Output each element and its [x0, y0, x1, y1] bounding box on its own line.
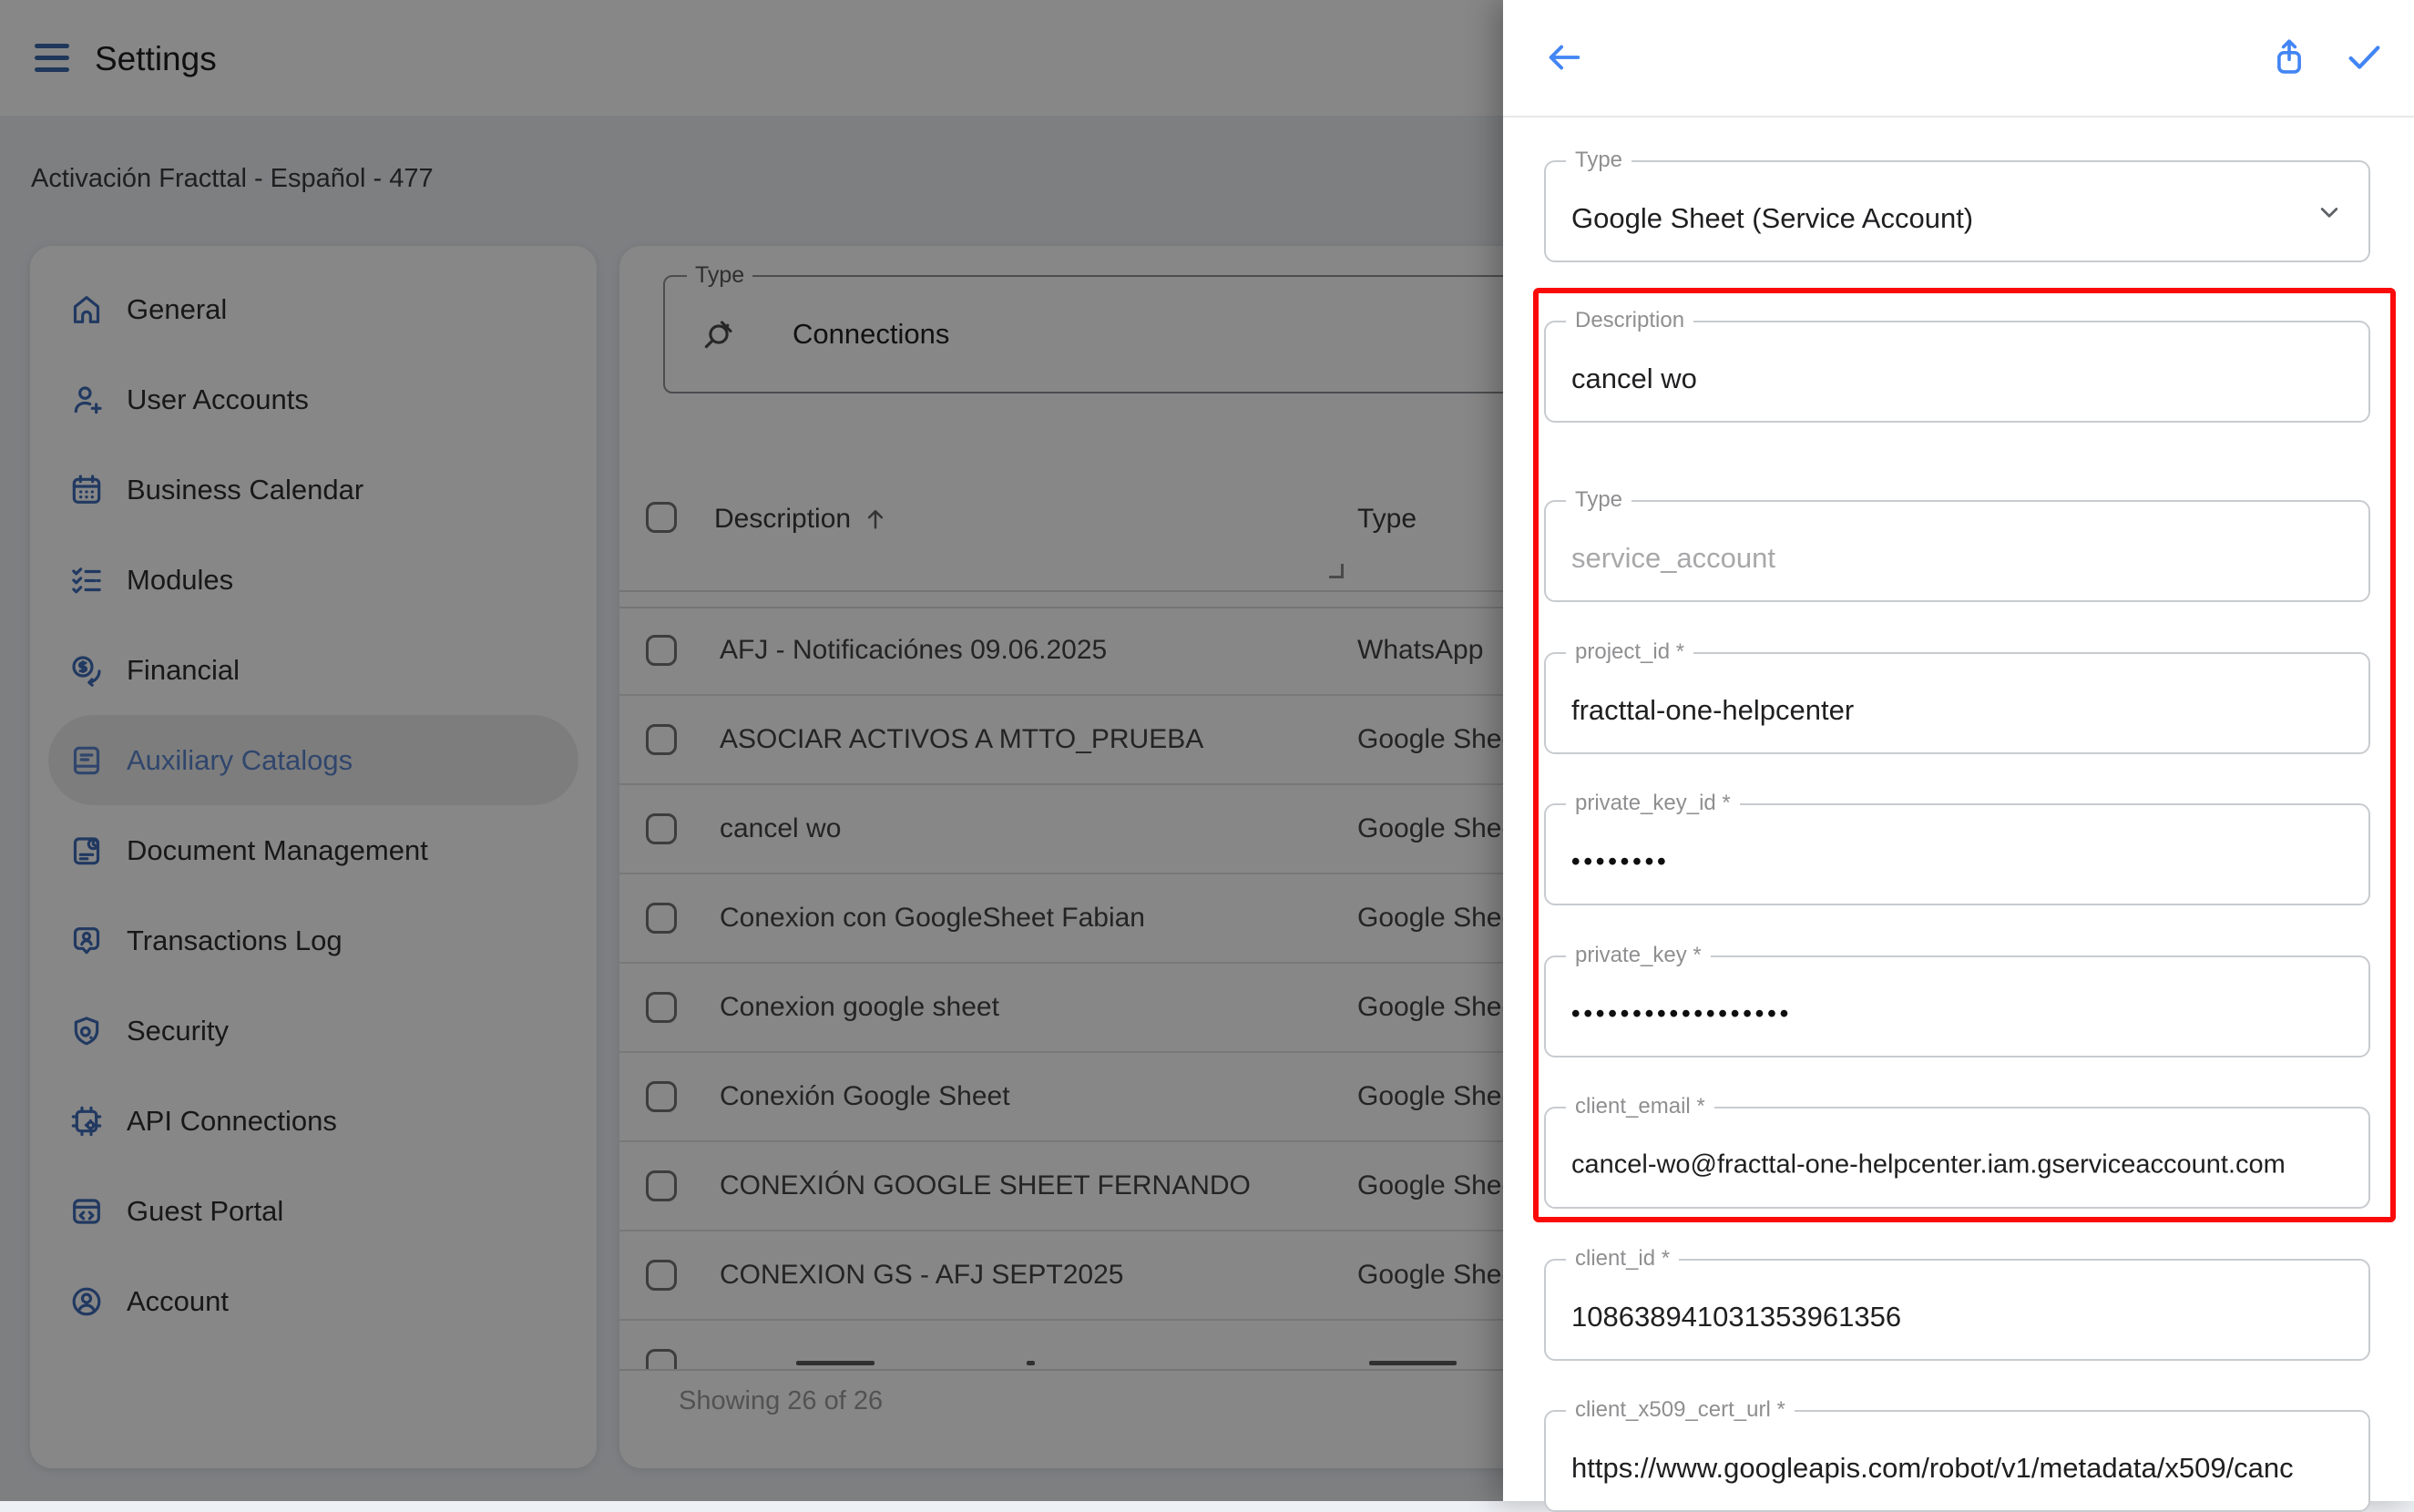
field-private_key[interactable]: private_key *••••••••••••••••••: [1544, 955, 2370, 1057]
field-value: ••••••••: [1571, 848, 2305, 876]
field-label: client_x509_cert_url *: [1566, 1397, 1795, 1423]
field-label: Type: [1566, 487, 1631, 513]
field-label: Description: [1566, 308, 1693, 333]
highlight-annotation-box: [1533, 288, 2396, 1222]
field-private_key_id[interactable]: private_key_id *••••••••: [1544, 803, 2370, 905]
field-value: cancel-wo@fracttal-one-helpcenter.iam.gs…: [1571, 1150, 2305, 1180]
chevron-down-icon: [2314, 197, 2345, 228]
confirm-check-icon[interactable]: [2343, 36, 2385, 78]
field-label: private_key *: [1566, 943, 1711, 968]
field-label: private_key_id *: [1566, 791, 1740, 816]
field-project_id[interactable]: project_id *fracttal-one-helpcenter: [1544, 652, 2370, 754]
field-label: project_id *: [1566, 639, 1693, 665]
field-value: ••••••••••••••••••: [1571, 1000, 2305, 1028]
field-value: Google Sheet (Service Account): [1571, 202, 2305, 235]
field-value: 108638941031353961356: [1571, 1301, 2305, 1333]
field-label: client_email *: [1566, 1094, 1714, 1119]
field-description[interactable]: Descriptioncancel wo: [1544, 321, 2370, 423]
field-value: cancel wo: [1571, 363, 2305, 395]
share-icon[interactable]: [2268, 36, 2310, 78]
field-label: Type: [1566, 148, 1631, 173]
field-type-readonly[interactable]: Typeservice_account: [1544, 500, 2370, 602]
field-client_x509_cert_url[interactable]: client_x509_cert_url *https://www.google…: [1544, 1410, 2370, 1512]
field-label: client_id *: [1566, 1246, 1679, 1272]
field-value: https://www.googleapis.com/robot/v1/meta…: [1571, 1452, 2305, 1485]
back-arrow-icon[interactable]: [1543, 36, 1585, 78]
field-value: service_account: [1571, 542, 2305, 575]
field-client_email[interactable]: client_email *cancel-wo@fracttal-one-hel…: [1544, 1107, 2370, 1209]
field-client_id[interactable]: client_id *108638941031353961356: [1544, 1259, 2370, 1361]
drawer-header: [1503, 0, 2414, 117]
connection-detail-drawer: TypeGoogle Sheet (Service Account)Descri…: [1503, 0, 2414, 1501]
field-type[interactable]: TypeGoogle Sheet (Service Account): [1544, 160, 2370, 262]
field-value: fracttal-one-helpcenter: [1571, 694, 2305, 727]
